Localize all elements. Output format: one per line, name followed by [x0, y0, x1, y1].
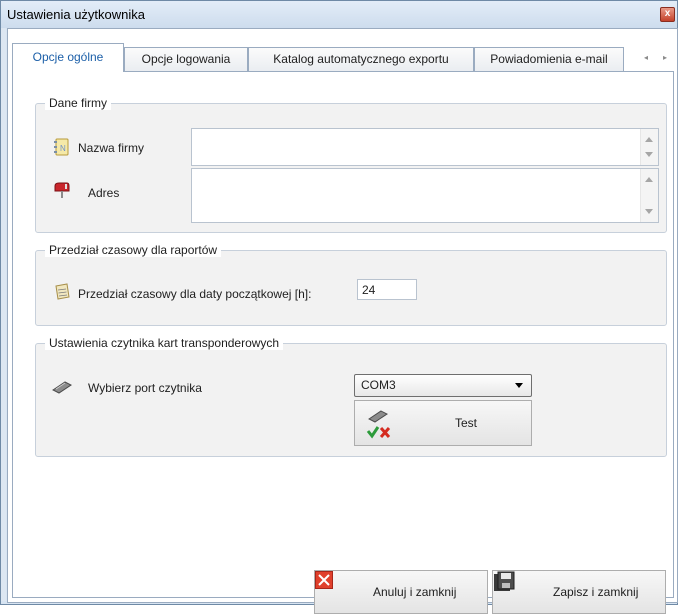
notebook-icon: N	[53, 138, 69, 156]
card-reader-title: Ustawienia czytnika kart transponderowyc…	[45, 336, 284, 350]
card-reader-icon	[51, 379, 73, 395]
company-data-title: Dane firmy	[45, 96, 112, 110]
test-button-label: Test	[455, 416, 478, 430]
interval-label: Przedział czasowy dla daty początkowej […	[78, 287, 312, 301]
address-field[interactable]	[191, 168, 659, 223]
test-connection-icon	[365, 407, 395, 441]
cancel-icon	[315, 571, 333, 592]
reader-port-label: Wybierz port czytnika	[88, 381, 202, 395]
tab-email-notifications[interactable]: Powiadomienia e-mail	[474, 47, 624, 71]
close-button[interactable]: x	[660, 7, 675, 22]
tab-general-options[interactable]: Opcje ogólne	[12, 43, 124, 72]
interval-hours-input[interactable]: 24	[357, 279, 417, 300]
tab-login-options[interactable]: Opcje logowania	[124, 47, 248, 71]
dialog-client-area: Opcje ogólne Opcje logowania Katalog aut…	[7, 28, 678, 614]
save-and-close-button[interactable]: Zapisz i zamknij	[492, 570, 666, 614]
reader-port-value: COM3	[361, 378, 396, 392]
tab-strip: Opcje ogólne Opcje logowania Katalog aut…	[8, 43, 677, 72]
address-label: Adres	[88, 186, 120, 200]
scroll-up-icon[interactable]	[645, 137, 653, 142]
tab-page-general: Dane firmy N Nazwa firmy Adres Przedział…	[12, 71, 674, 614]
window-title: Ustawienia użytkownika	[7, 7, 146, 22]
company-name-scrollbar[interactable]	[640, 129, 658, 165]
card-reader-group: Ustawienia czytnika kart transponderowyc…	[35, 336, 667, 457]
report-interval-title: Przedział czasowy dla raportów	[45, 243, 222, 257]
cancel-button-label: Anuluj i zamknij	[373, 585, 457, 599]
scroll-down-icon[interactable]	[645, 209, 653, 214]
cancel-and-close-button[interactable]: Anuluj i zamknij	[314, 570, 488, 614]
mailbox-icon	[53, 181, 70, 198]
company-name-label: Nazwa firmy	[78, 141, 145, 155]
tab-scroll-left-icon[interactable]: ◂	[644, 53, 648, 62]
save-disk-icon	[493, 571, 515, 596]
save-button-label: Zapisz i zamknij	[553, 585, 639, 599]
svg-text:N: N	[60, 144, 66, 153]
dropdown-arrow-icon[interactable]	[515, 383, 523, 388]
scroll-down-icon[interactable]	[645, 152, 653, 157]
tab-auto-export-directory[interactable]: Katalog automatycznego exportu	[248, 47, 474, 71]
window-frame-left	[1, 28, 6, 601]
reader-port-select[interactable]: COM3	[354, 374, 532, 397]
reader-test-button[interactable]: Test	[354, 400, 532, 446]
scroll-up-icon[interactable]	[645, 177, 653, 182]
settings-window: Ustawienia użytkownika x Opcje ogólne Op…	[0, 0, 678, 614]
calendar-icon	[53, 283, 70, 300]
report-interval-group: Przedział czasowy dla raportów Przedział…	[35, 243, 667, 326]
title-bar: Ustawienia użytkownika x	[1, 1, 677, 28]
address-scrollbar[interactable]	[640, 169, 658, 222]
company-name-field[interactable]	[191, 128, 659, 166]
company-data-group: Dane firmy N Nazwa firmy Adres	[35, 96, 667, 233]
tab-scroll-right-icon[interactable]: ▸	[663, 53, 667, 62]
